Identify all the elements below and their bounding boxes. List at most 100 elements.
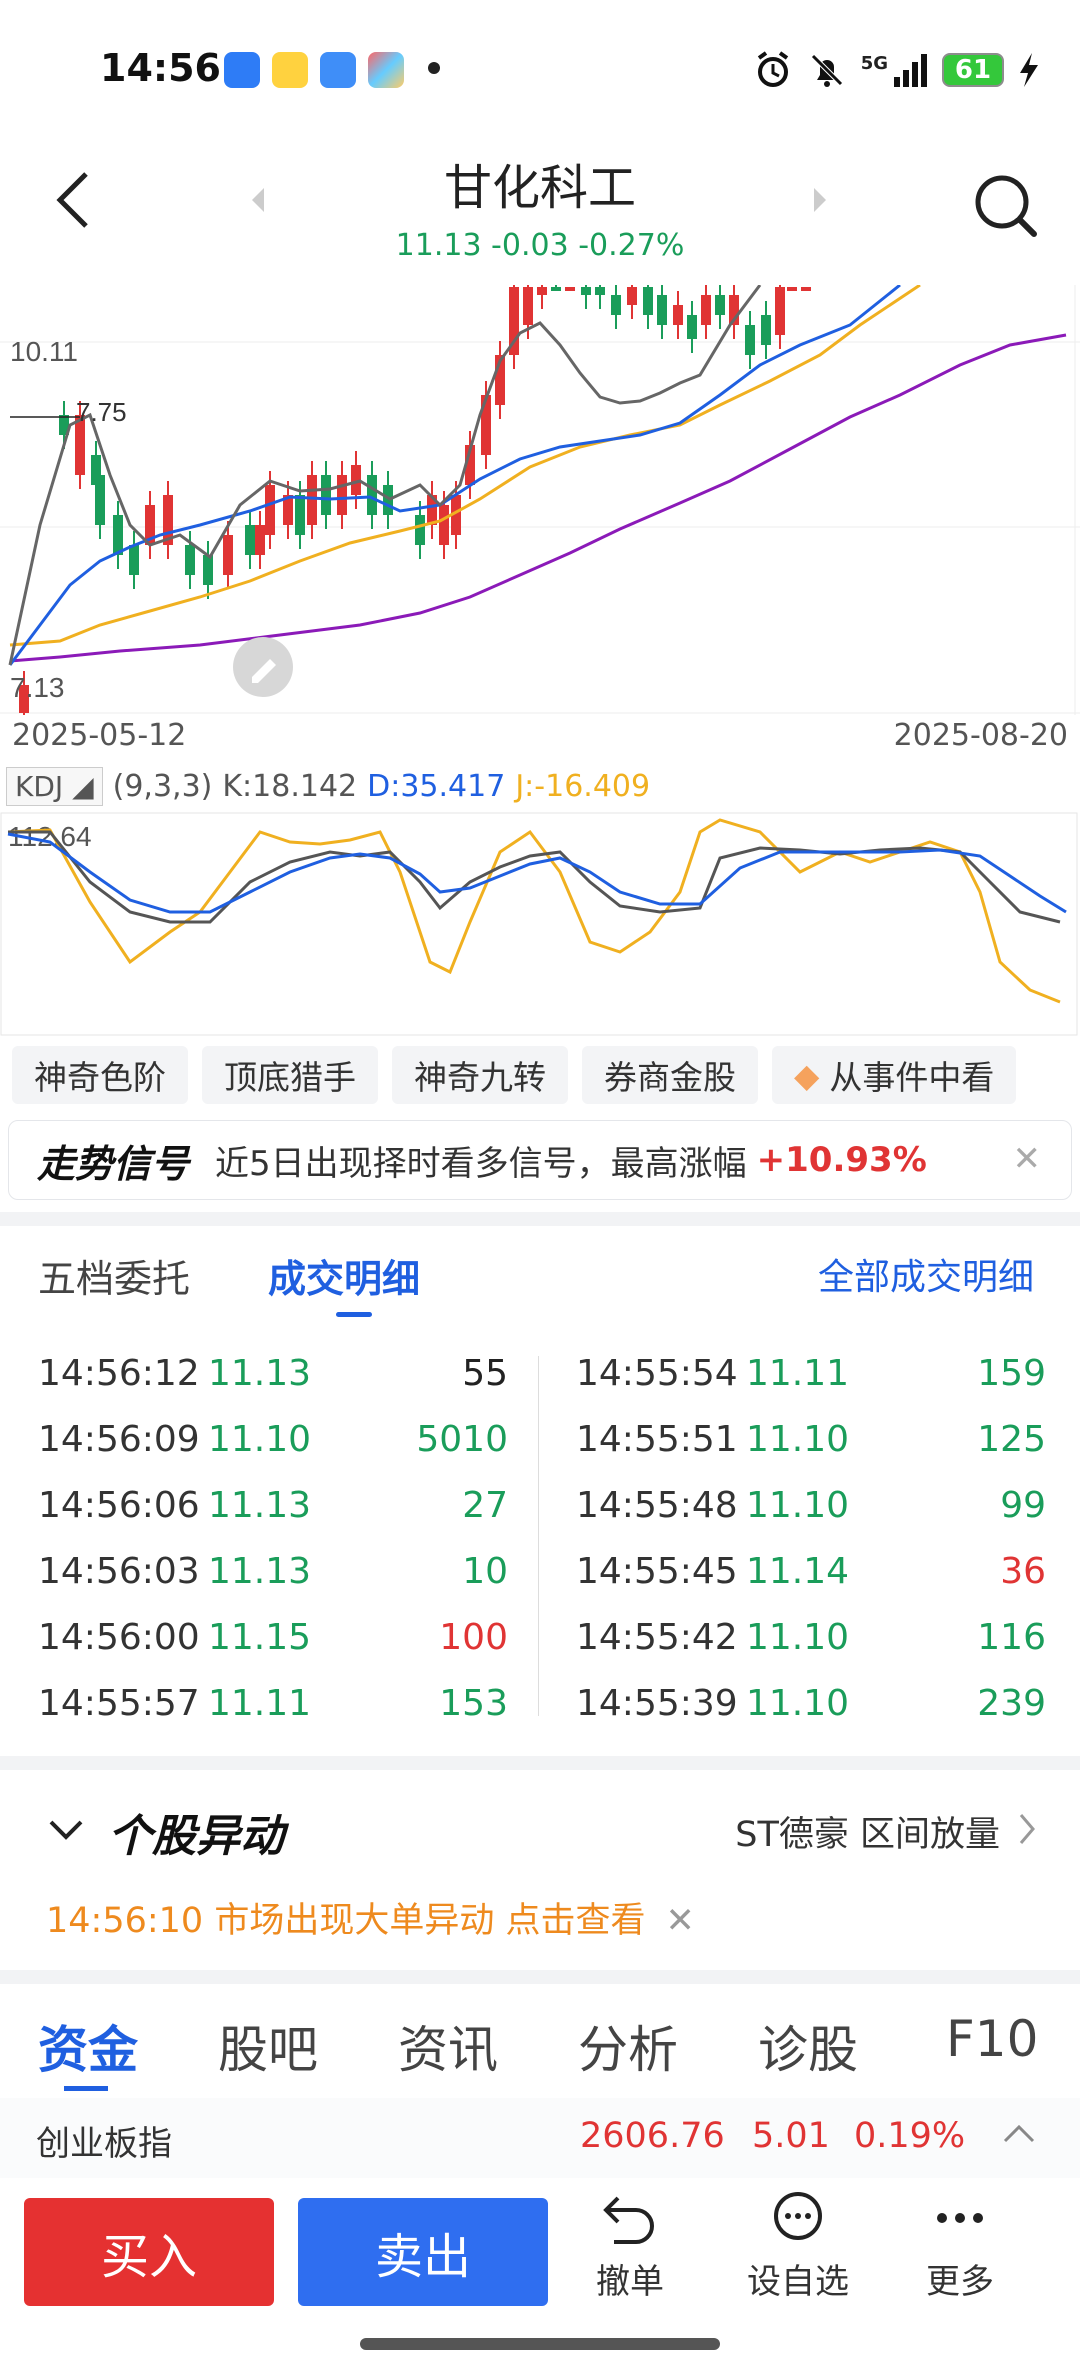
tab-order-book[interactable]: 五档委托	[38, 1248, 190, 1303]
trade-time: 14:55:57	[38, 1682, 200, 1724]
cancel-order-button[interactable]: 撤单	[570, 2190, 690, 2303]
trade-time: 14:55:51	[576, 1418, 738, 1460]
related-stock-link[interactable]: ST德豪 区间放量	[735, 1806, 1000, 1857]
chip-color-scale[interactable]: 神奇色阶	[12, 1046, 188, 1104]
home-indicator[interactable]	[360, 2338, 720, 2350]
trades-divider	[538, 1356, 539, 1716]
trade-volume: 36	[1000, 1550, 1046, 1592]
mute-bell-icon	[810, 54, 843, 87]
chip-nine-turn[interactable]: 神奇九转	[392, 1046, 568, 1104]
more-dots-icon	[937, 2213, 983, 2223]
tab-news[interactable]: 资讯	[398, 2010, 498, 2082]
gallery-notification-icon	[368, 52, 404, 88]
axis-top-price: 10.11	[10, 336, 78, 367]
tab-analysis[interactable]: 分析	[578, 2010, 678, 2082]
trade-row: 14:55:42 11.10 116	[576, 1604, 1046, 1670]
trade-time: 14:55:45	[576, 1550, 738, 1592]
trade-time: 14:55:54	[576, 1352, 738, 1394]
trades-right: 14:55:54 11.11 159 14:55:51 11.10 125 14:55:48…	[576, 1340, 1046, 1736]
trade-volume: 100	[439, 1616, 508, 1658]
index-name: 创业板指	[36, 2124, 172, 2164]
trade-row: 14:56:12 11.13 55	[38, 1340, 508, 1406]
stock-title: 甘化科工	[443, 160, 636, 216]
signal-icon	[894, 54, 927, 87]
section-divider	[0, 1970, 1080, 1984]
date-end: 2025-08-20	[893, 718, 1068, 753]
stock-quote: 11.13 -0.03 -0.27%	[395, 228, 685, 263]
expand-up-icon[interactable]	[1002, 2124, 1036, 2144]
trade-price: 11.11	[208, 1682, 312, 1724]
index-pct: 0.19%	[854, 2116, 966, 2156]
index-change: 5.01	[752, 2116, 830, 2156]
chat-notification-icon	[320, 52, 356, 88]
trade-row: 14:56:09 11.10 5010	[38, 1406, 508, 1472]
cancel-label: 撤单	[596, 2262, 664, 2302]
trade-price: 11.10	[746, 1616, 850, 1658]
app-notification-icon	[224, 52, 260, 88]
search-icon[interactable]	[970, 170, 1040, 240]
kline-chart[interactable]: 7.75 10.11 7.13	[0, 285, 1080, 715]
tab-underline	[336, 1312, 372, 1317]
kdj-d-value: D:35.417	[367, 768, 506, 804]
status-right: 5G 61	[753, 48, 1040, 92]
trades-left: 14:56:12 11.13 55 14:56:09 11.10 5010 14:56:06…	[38, 1340, 508, 1736]
trade-volume: 116	[977, 1616, 1046, 1658]
charging-icon	[1020, 53, 1038, 87]
trade-price: 11.10	[746, 1418, 850, 1460]
trade-volume: 125	[977, 1418, 1046, 1460]
sell-button[interactable]: 卖出	[298, 2198, 548, 2306]
trade-price: 11.15	[208, 1616, 312, 1658]
trade-volume: 55	[462, 1352, 508, 1394]
trade-row: 14:56:06 11.13 27	[38, 1472, 508, 1538]
close-icon[interactable]: ✕	[1013, 1139, 1042, 1179]
trade-volume: 27	[462, 1484, 508, 1526]
trade-volume: 153	[439, 1682, 508, 1724]
more-button[interactable]: 更多	[900, 2190, 1020, 2303]
signal-pct: +10.93%	[756, 1140, 927, 1180]
trade-price: 11.13	[208, 1550, 312, 1592]
trade-row: 14:56:00 11.15 100	[38, 1604, 508, 1670]
trade-time: 14:56:06	[38, 1484, 200, 1526]
chip-top-bottom[interactable]: 顶底猎手	[202, 1046, 378, 1104]
collapse-chevron-icon[interactable]	[48, 1818, 84, 1842]
tab-diagnosis[interactable]: 诊股	[758, 2010, 858, 2082]
tab-trade-detail[interactable]: 成交明细	[268, 1248, 420, 1303]
trade-price: 11.11	[746, 1352, 850, 1394]
kdj-params: (9,3,3)	[112, 768, 213, 804]
buy-button[interactable]: 买入	[24, 2198, 274, 2306]
trade-time: 14:55:48	[576, 1484, 738, 1526]
tab-funds[interactable]: 资金	[38, 2010, 138, 2082]
candlestick	[801, 287, 811, 291]
add-watchlist-button[interactable]: 设自选	[738, 2190, 858, 2303]
trade-time: 14:55:39	[576, 1682, 738, 1724]
more-notifications-dot	[428, 62, 440, 74]
indicator-selector[interactable]: KDJ ◢	[6, 766, 103, 806]
trade-price: 11.10	[746, 1484, 850, 1526]
tab-forum[interactable]: 股吧	[218, 2010, 318, 2082]
stock-alert-title: 个股异动	[108, 1811, 284, 1862]
candlestick	[787, 287, 797, 291]
trade-price: 11.14	[746, 1550, 850, 1592]
big-order-alert[interactable]: 14:56:10 市场出现大单异动 点击查看 ✕	[46, 1892, 695, 1943]
more-label: 更多	[926, 2262, 994, 2302]
trend-signal-banner[interactable]: 走势信号 近5日出现择时看多信号，最高涨幅 +10.93% ✕	[8, 1120, 1072, 1200]
trade-time: 14:56:12	[38, 1352, 200, 1394]
all-trades-link[interactable]: 全部成交明细	[818, 1248, 1034, 1300]
chip-broker-picks[interactable]: 券商金股	[582, 1046, 758, 1104]
trade-row: 14:55:39 11.10 239	[576, 1670, 1046, 1736]
tab-f10[interactable]: F10	[946, 2010, 1038, 2068]
low-price-mark: 7.75	[76, 397, 127, 427]
kdj-k-value: K:18.142	[222, 768, 358, 804]
index-value: 2606.76	[580, 2116, 725, 2156]
signal-text: 近5日出现择时看多信号，最高涨幅	[215, 1143, 747, 1184]
trade-row: 14:55:45 11.14 36	[576, 1538, 1046, 1604]
trade-time: 14:56:00	[38, 1616, 200, 1658]
date-start: 2025-05-12	[12, 718, 187, 753]
chat-bubble-icon	[774, 2192, 822, 2240]
next-stock-icon[interactable]	[812, 186, 828, 214]
chevron-right-icon[interactable]	[1018, 1812, 1036, 1846]
close-icon[interactable]: ✕	[665, 1901, 694, 1941]
trade-row: 14:55:48 11.10 99	[576, 1472, 1046, 1538]
chip-events[interactable]: ◆ 从事件中看	[772, 1046, 1017, 1104]
kdj-chart[interactable]: 112.64	[0, 812, 1080, 1038]
